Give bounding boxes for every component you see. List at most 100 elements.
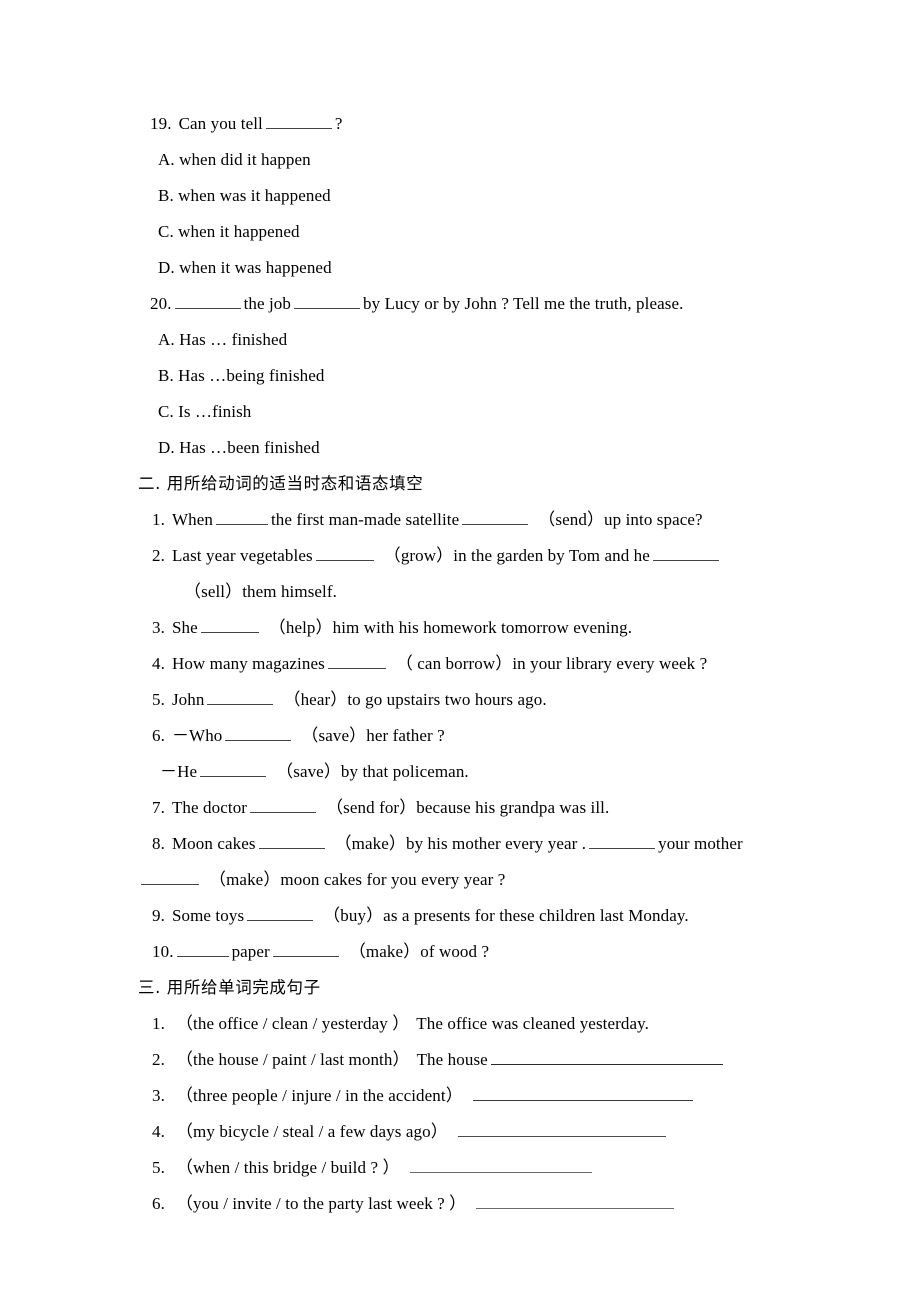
section-three-item-5: 5. （when / this bridge / build ? ） [138,1150,778,1186]
section-two-item-4-text-b: （ can borrow）in your library every week … [395,654,708,673]
section-two-item-6-blank[interactable] [225,727,292,741]
section-two-item-5-blank[interactable] [207,691,274,705]
question-19-option-a[interactable]: A. when did it happen [138,142,778,178]
question-20-blank-1[interactable] [174,295,241,309]
section-two-item-8-text-c: your mother [658,834,743,853]
question-20-option-d[interactable]: D. Has …been finished [138,430,778,466]
question-19-option-c[interactable]: C. when it happened [138,214,778,250]
section-two-item-2-blank-1[interactable] [315,547,374,561]
section-two-item-1-blank-1[interactable] [215,511,268,525]
section-two-item-9-text-b: （buy）as a presents for these children la… [323,906,689,925]
section-two-item-3-blank[interactable] [200,619,259,633]
section-three-item-5-blank[interactable] [409,1159,592,1173]
section-three-item-3-blank[interactable] [472,1087,693,1101]
section-two-item-5-text-b: （hear）to go upstairs two hours ago. [283,690,547,709]
section-three-item-2-answer: The house [416,1050,488,1069]
section-two-item-2-number: 2. [152,546,165,565]
section-three-item-6-blank[interactable] [476,1195,675,1209]
section-three-item-5-number: 5. [152,1158,165,1177]
section-three-item-4-number: 4. [152,1122,165,1141]
question-20-number: 20. [150,294,172,313]
section-two-item-6-text-b: （save）her father ? [301,726,445,745]
question-19-blank[interactable] [265,115,332,129]
section-two-item-4: 4. How many magazines （ can borrow）in your… [138,646,778,682]
section-two-item-8-text-a: Moon cakes [171,834,256,853]
section-two-item-10-blank-2[interactable] [272,943,339,957]
section-two-item-8-continuation: （make）moon cakes for you every year ? [138,862,778,898]
section-two-item-4-text-a: How many magazines [171,654,325,673]
section-three-item-3-prompt: （three people / injure / in the accident… [175,1086,463,1105]
section-two-item-1-text-c: （send）up into space? [538,510,703,529]
section-two-item-7-text-a: The doctor [171,798,248,817]
question-19-option-d[interactable]: D. when it was happened [138,250,778,286]
section-two-item-9-blank[interactable] [247,907,314,921]
section-three-item-4-prompt: （my bicycle / steal / a few days ago） [175,1122,448,1141]
section-two-item-10-text-b: （make）of wood ? [348,942,490,961]
section-two-item-7-number: 7. [152,798,165,817]
worksheet-page: 19. Can you tell? A. when did it happen B… [0,0,920,1302]
question-20-option-c[interactable]: C. Is …finish [138,394,778,430]
section-two-item-4-number: 4. [152,654,165,673]
section-two-item-6-reply-before: －He [160,762,198,781]
question-19-number: 19. [150,114,172,133]
question-19-stem-text: Can you tell [178,114,263,133]
section-three-item-3-number: 3. [152,1086,165,1105]
section-two-item-8-continuation-text: （make）moon cakes for you every year ? [209,870,506,889]
section-three-item-6: 6. （you / invite / to the party last week… [138,1186,778,1222]
section-two-item-8-blank-1[interactable] [258,835,325,849]
question-19-stem: 19. Can you tell? [138,106,778,142]
section-two-item-10-text-a: paper [231,942,270,961]
section-two-item-7: 7. The doctor （send for）because his grandp… [138,790,778,826]
question-19-option-b[interactable]: B. when was it happened [138,178,778,214]
section-two-item-8-blank-2[interactable] [589,835,656,849]
section-three-item-2: 2. （the house / paint / last month） The ho… [138,1042,778,1078]
section-three-item-4: 4. （my bicycle / steal / a few days ago） [138,1114,778,1150]
section-three-heading: 三. 用所给单词完成句子 [138,978,321,997]
question-20-stem-part2: by Lucy or by John ? Tell me the truth, … [363,294,684,313]
section-three-item-5-prompt: （when / this bridge / build ? ） [175,1158,400,1177]
section-three-item-4-blank[interactable] [457,1123,666,1137]
section-two-item-1-text-b: the first man-made satellite [270,510,460,529]
question-20-option-b[interactable]: B. Has …being finished [138,358,778,394]
section-two-item-9-number: 9. [152,906,165,925]
section-two-item-3: 3. She （help）him with his homework tomorro… [138,610,778,646]
section-three-item-3: 3. （three people / injure / in the accide… [138,1078,778,1114]
section-two-item-6: 6. －Who （save）her father ? [138,718,778,754]
section-three-item-1-prompt: （the office / clean / yesterday ） [175,1014,410,1033]
section-two-item-7-blank[interactable] [250,799,317,813]
section-two-item-6-reply: －He （save）by that policeman. [138,754,778,790]
section-two-item-3-number: 3. [152,618,165,637]
section-two-item-10-blank-1[interactable] [176,943,229,957]
section-three-item-2-prompt: （the house / paint / last month） [175,1050,410,1069]
worksheet-content: 19. Can you tell? A. when did it happen B… [138,106,778,1222]
section-three-item-1-answer: The office was cleaned yesterday. [416,1014,649,1033]
section-two-item-2-text-b: （grow）in the garden by Tom and he [383,546,650,565]
section-two-item-10: 10. paper （make）of wood ? [138,934,778,970]
question-20-option-a[interactable]: A. Has … finished [138,322,778,358]
section-two-item-5-text-a: John [171,690,205,709]
section-three-item-6-number: 6. [152,1194,165,1213]
question-20-stem-part1: the job [243,294,292,313]
section-two-item-6-reply-blank[interactable] [200,763,267,777]
section-two-item-2: 2. Last year vegetables （grow）in the garde… [138,538,778,574]
section-two-item-9-text-a: Some toys [171,906,245,925]
question-20-blank-2[interactable] [294,295,361,309]
section-two-item-3-text-a: She [171,618,198,637]
section-two-item-2-blank-2[interactable] [652,547,719,561]
section-two-item-1-blank-2[interactable] [462,511,529,525]
section-two-item-1-text-a: When [171,510,213,529]
section-two-item-2-text-a: Last year vegetables [171,546,313,565]
section-three-item-2-blank[interactable] [490,1051,723,1065]
section-two-item-5-number: 5. [152,690,165,709]
section-three-item-1-number: 1. [152,1014,165,1033]
section-two-item-8-text-b: （make）by his mother every year . [334,834,587,853]
section-two-item-8: 8. Moon cakes （make）by his mother every ye… [138,826,778,862]
section-two-item-8-blank-3[interactable] [141,871,199,885]
section-two-item-1-number: 1. [152,510,165,529]
section-two-item-4-blank[interactable] [327,655,386,669]
section-two-item-6-number: 6. [152,726,165,745]
section-two-heading: 二. 用所给动词的适当时态和语态填空 [138,474,424,493]
section-two-item-5: 5. John （hear）to go upstairs two hours ago… [138,682,778,718]
section-two-item-8-number: 8. [152,834,165,853]
section-two-item-6-text-a: －Who [171,726,223,745]
